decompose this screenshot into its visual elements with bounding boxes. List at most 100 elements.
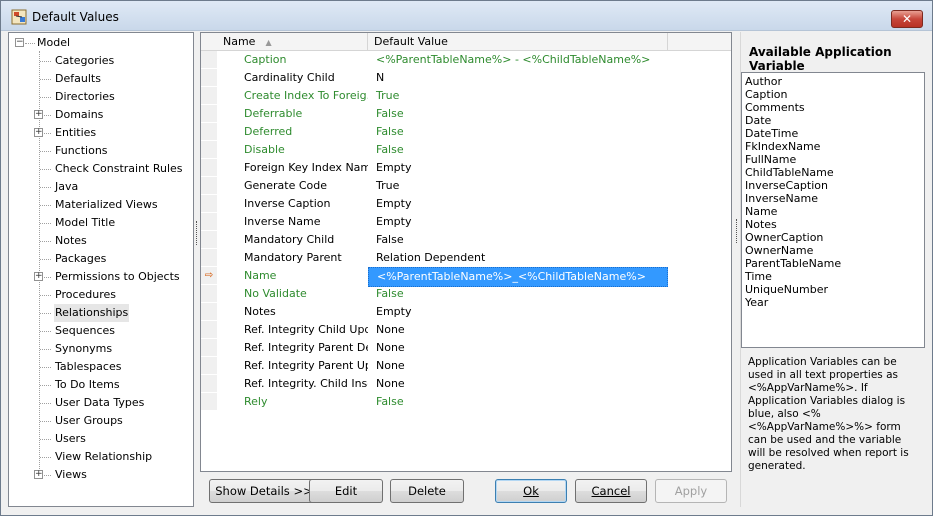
grid-row[interactable]: Disable False bbox=[201, 141, 731, 159]
grid-row[interactable]: Ref. Integrity Parent Up...None bbox=[201, 357, 731, 375]
tree-item[interactable]: Java bbox=[54, 178, 79, 196]
row-selector[interactable] bbox=[201, 87, 217, 105]
tree-item[interactable]: Views bbox=[54, 466, 88, 484]
default-value-cell[interactable]: None bbox=[368, 357, 668, 375]
tree-item[interactable]: Categories bbox=[54, 52, 115, 70]
variable-item[interactable]: ChildTableName bbox=[745, 166, 921, 179]
collapse-model-icon[interactable]: − bbox=[15, 38, 24, 47]
tree-item[interactable]: Defaults bbox=[54, 70, 102, 88]
row-selector[interactable] bbox=[201, 321, 217, 339]
tree-item[interactable]: Sequences bbox=[54, 322, 116, 340]
variable-item[interactable]: Time bbox=[745, 270, 921, 283]
default-value-cell[interactable]: Empty bbox=[368, 159, 668, 177]
tree-item[interactable]: User Data Types bbox=[54, 394, 145, 412]
grid-row[interactable]: Mandatory Parent Relation Dependent bbox=[201, 249, 731, 267]
grid-row[interactable]: Deferrable False bbox=[201, 105, 731, 123]
tree-item[interactable]: Relationships bbox=[54, 304, 130, 322]
row-selector[interactable] bbox=[201, 141, 217, 159]
tree-item[interactable]: Synonyms bbox=[54, 340, 113, 358]
variable-item[interactable]: InverseName bbox=[745, 192, 921, 205]
row-selector[interactable] bbox=[201, 177, 217, 195]
default-value-cell[interactable]: N bbox=[368, 69, 668, 87]
variable-item[interactable]: InverseCaption bbox=[745, 179, 921, 192]
variable-item[interactable]: DateTime bbox=[745, 127, 921, 140]
category-tree[interactable]: − Model Categories Defaults Directories + Doma… bbox=[8, 32, 194, 507]
variable-item[interactable]: Notes bbox=[745, 218, 921, 231]
right-splitter-handle[interactable] bbox=[736, 219, 738, 243]
row-selector[interactable] bbox=[201, 195, 217, 213]
row-selector[interactable] bbox=[201, 51, 217, 69]
tree-item[interactable]: Permissions to Objects bbox=[54, 268, 181, 286]
tree-item[interactable]: View Relationship bbox=[54, 448, 153, 466]
tree-item[interactable]: Model Title bbox=[54, 214, 116, 232]
tree-item[interactable]: Notes bbox=[54, 232, 88, 250]
column-header-default-value[interactable]: Default Value bbox=[368, 33, 668, 51]
cancel-button[interactable]: Cancel bbox=[575, 479, 647, 503]
row-selector[interactable] bbox=[201, 159, 217, 177]
default-value-cell[interactable]: <%ParentTableName%> - <%ChildTableName%> bbox=[368, 51, 668, 69]
expand-icon[interactable]: + bbox=[34, 128, 43, 137]
default-value-cell[interactable]: None bbox=[368, 339, 668, 357]
tree-item[interactable]: Procedures bbox=[54, 286, 117, 304]
edit-button[interactable]: Edit bbox=[309, 479, 383, 503]
tree-root-model[interactable]: Model bbox=[37, 34, 70, 52]
grid-row[interactable]: Notes Empty bbox=[201, 303, 731, 321]
default-value-cell[interactable]: None bbox=[368, 375, 668, 393]
tree-item[interactable]: Packages bbox=[54, 250, 107, 268]
grid-row[interactable]: Ref. Integrity. Child InsertNone bbox=[201, 375, 731, 393]
tree-item[interactable]: Tablespaces bbox=[54, 358, 122, 376]
grid-row[interactable]: Deferred False bbox=[201, 123, 731, 141]
apply-button[interactable]: Apply bbox=[655, 479, 727, 503]
current-row-arrow-icon[interactable]: ⇨ bbox=[201, 267, 217, 285]
variable-item[interactable]: ParentTableName bbox=[745, 257, 921, 270]
column-header-name[interactable]: Name ▲ bbox=[217, 33, 368, 51]
variable-item[interactable]: OwnerName bbox=[745, 244, 921, 257]
default-value-cell[interactable]: None bbox=[368, 321, 668, 339]
tree-item[interactable]: Domains bbox=[54, 106, 104, 124]
left-splitter-handle[interactable] bbox=[196, 221, 198, 245]
row-selector[interactable] bbox=[201, 105, 217, 123]
grid-row[interactable]: Ref. Integrity Child Upd...None bbox=[201, 321, 731, 339]
default-value-cell[interactable]: Empty bbox=[368, 213, 668, 231]
variable-item[interactable]: UniqueNumber bbox=[745, 283, 921, 296]
grid-row[interactable]: Generate Code True bbox=[201, 177, 731, 195]
grid-row[interactable]: Mandatory Child False bbox=[201, 231, 731, 249]
grid-row[interactable]: Foreign Key Index Name Empty bbox=[201, 159, 731, 177]
default-value-cell[interactable]: <%ParentTableName%>_<%ChildTableName%> bbox=[368, 267, 668, 287]
tree-item[interactable]: Directories bbox=[54, 88, 116, 106]
grid-row[interactable]: Create Index To Foreig... True bbox=[201, 87, 731, 105]
default-value-cell[interactable]: False bbox=[368, 105, 668, 123]
tree-item[interactable]: Entities bbox=[54, 124, 97, 142]
close-button[interactable]: ✕ bbox=[891, 10, 923, 28]
row-selector[interactable] bbox=[201, 249, 217, 267]
variable-item[interactable]: Year bbox=[745, 296, 921, 309]
tree-item[interactable]: Materialized Views bbox=[54, 196, 159, 214]
default-value-cell[interactable]: False bbox=[368, 285, 668, 303]
expand-icon[interactable]: + bbox=[34, 272, 43, 281]
default-value-cell[interactable]: False bbox=[368, 393, 668, 411]
default-value-cell[interactable]: False bbox=[368, 123, 668, 141]
grid-row[interactable]: Caption <%ParentTableName%> - <%ChildTabl… bbox=[201, 51, 731, 69]
tree-item[interactable]: Functions bbox=[54, 142, 109, 160]
default-value-cell[interactable]: True bbox=[368, 87, 668, 105]
variable-item[interactable]: FkIndexName bbox=[745, 140, 921, 153]
grid-row[interactable]: Rely False bbox=[201, 393, 731, 411]
row-selector[interactable] bbox=[201, 213, 217, 231]
variable-item[interactable]: Comments bbox=[745, 101, 921, 114]
delete-button[interactable]: Delete bbox=[390, 479, 464, 503]
default-value-cell[interactable]: False bbox=[368, 141, 668, 159]
row-selector[interactable] bbox=[201, 375, 217, 393]
variable-item[interactable]: Date bbox=[745, 114, 921, 127]
variable-item[interactable]: Name bbox=[745, 205, 921, 218]
default-value-cell[interactable]: Relation Dependent bbox=[368, 249, 668, 267]
ok-button[interactable]: Ok bbox=[495, 479, 567, 503]
show-details-button[interactable]: Show Details >> bbox=[209, 479, 319, 503]
default-value-cell[interactable]: Empty bbox=[368, 303, 668, 321]
grid-row[interactable]: Cardinality Child N bbox=[201, 69, 731, 87]
grid-row[interactable]: No Validate False bbox=[201, 285, 731, 303]
tree-item[interactable]: User Groups bbox=[54, 412, 124, 430]
expand-icon[interactable]: + bbox=[34, 470, 43, 479]
expand-icon[interactable]: + bbox=[34, 110, 43, 119]
variables-list[interactable]: Author Caption Comments Date DateTime FkIndex… bbox=[741, 72, 925, 348]
row-selector[interactable] bbox=[201, 123, 217, 141]
